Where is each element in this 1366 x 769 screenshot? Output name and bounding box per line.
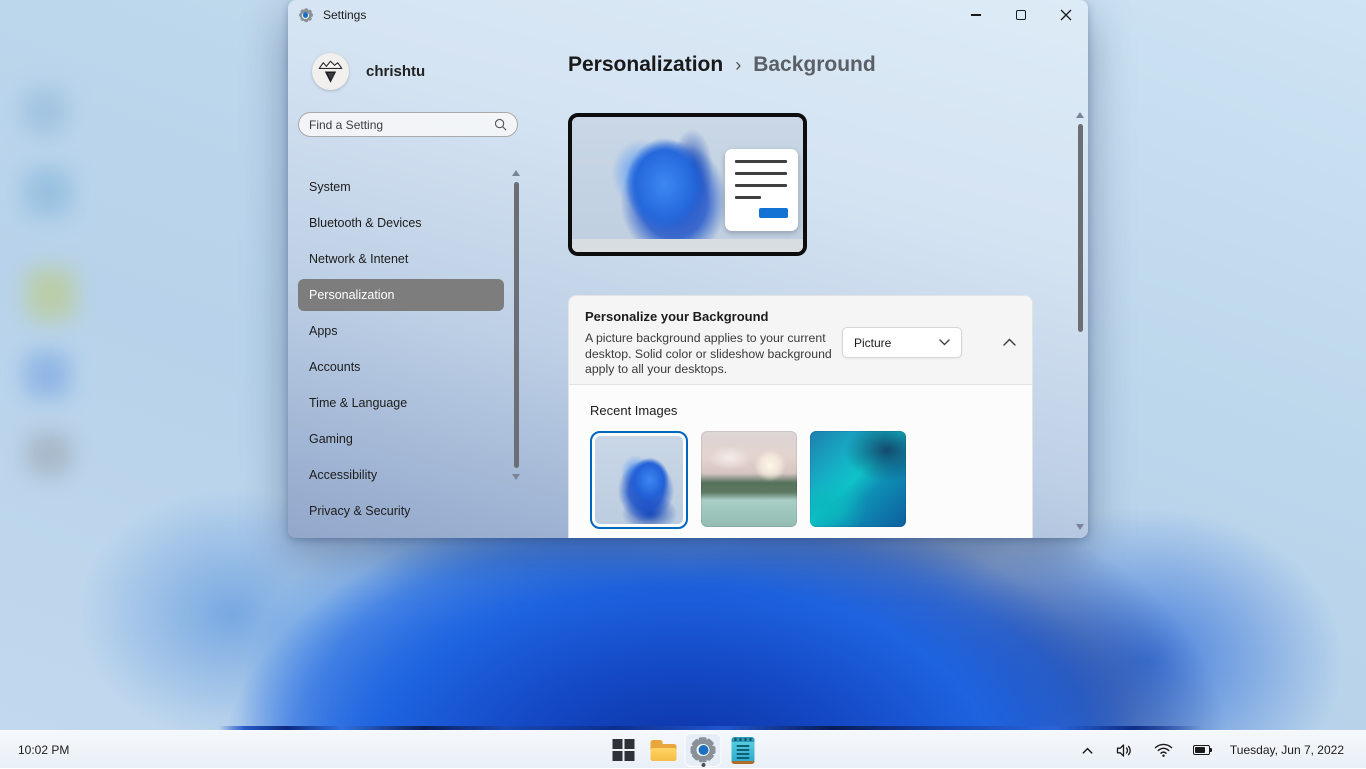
page-title: Background xyxy=(753,53,876,77)
desktop-icon-blur xyxy=(26,268,76,320)
titlebar: Settings xyxy=(288,0,1088,30)
wifi-icon xyxy=(1154,742,1173,758)
breadcrumb: Personalization › Background xyxy=(568,53,876,77)
search-icon xyxy=(494,118,507,131)
windows-start-icon xyxy=(612,739,634,761)
sidebar-item-privacy-security[interactable]: Privacy & Security xyxy=(298,495,504,527)
background-preview-monitor xyxy=(568,113,807,256)
preview-taskbar xyxy=(572,239,803,252)
minimize-icon xyxy=(971,14,981,15)
collapse-card-button[interactable] xyxy=(993,326,1025,358)
card-title: Personalize your Background xyxy=(585,309,1016,324)
system-tray: Tuesday, Jun 7, 2022 xyxy=(1070,731,1366,769)
sidebar-item-gaming[interactable]: Gaming xyxy=(298,423,504,455)
settings-taskbar-button[interactable] xyxy=(685,733,722,767)
scroll-up-icon[interactable] xyxy=(512,170,520,176)
sidebar-item-time-language[interactable]: Time & Language xyxy=(298,387,504,419)
dropdown-value: Picture xyxy=(854,336,939,350)
card-header: Personalize your Background A picture ba… xyxy=(568,295,1033,385)
mountain-avatar-icon xyxy=(312,53,349,90)
file-explorer-button[interactable] xyxy=(645,733,682,767)
sidebar-item-system[interactable]: System xyxy=(298,171,504,203)
maximize-icon xyxy=(1016,10,1026,20)
maximize-button[interactable] xyxy=(998,0,1043,30)
taskbar-date[interactable]: Tuesday, Jun 7, 2022 xyxy=(1220,731,1366,769)
search-box xyxy=(298,112,518,137)
card-description: A picture background applies to your cur… xyxy=(585,331,847,378)
chevron-up-icon xyxy=(1080,743,1095,758)
sidebar-nav: System Bluetooth & Devices Network & Int… xyxy=(298,171,504,531)
avatar xyxy=(312,53,349,90)
sidebar-item-accessibility[interactable]: Accessibility xyxy=(298,459,504,491)
card-content: Recent Images xyxy=(568,385,1033,538)
personalize-background-card: Personalize your Background A picture ba… xyxy=(568,295,1033,538)
scrollbar-thumb[interactable] xyxy=(514,182,519,468)
settings-gear-icon xyxy=(690,737,717,764)
recent-images-label: Recent Images xyxy=(590,403,1011,418)
battery-icon xyxy=(1193,745,1210,755)
chevron-up-icon xyxy=(1003,338,1016,346)
sidebar-item-accounts[interactable]: Accounts xyxy=(298,351,504,383)
scroll-down-icon[interactable] xyxy=(1076,524,1084,530)
thumbnail-windows-bloom-selected[interactable] xyxy=(590,431,688,529)
notepad-icon xyxy=(732,737,755,764)
taskbar-clock[interactable]: 10:02 PM xyxy=(18,731,69,769)
desktop-icon-blur xyxy=(26,432,72,476)
battery-button[interactable] xyxy=(1183,731,1220,769)
close-icon xyxy=(1060,9,1072,21)
background-type-dropdown[interactable]: Picture xyxy=(842,327,962,358)
taskbar-app-icons xyxy=(605,731,762,769)
desktop-icon-blur xyxy=(24,168,72,216)
minimize-button[interactable] xyxy=(953,0,998,30)
user-name: chrishtu xyxy=(366,63,425,80)
sidebar-item-bluetooth-devices[interactable]: Bluetooth & Devices xyxy=(298,207,504,239)
thumbnail-image xyxy=(595,436,683,524)
thumbnail-teal-abstract[interactable] xyxy=(810,431,906,527)
user-account-row[interactable]: chrishtu xyxy=(312,53,425,90)
thumbnail-mountain-lake[interactable] xyxy=(701,431,797,527)
settings-window: Settings chrishtu System xyxy=(288,0,1088,538)
sidebar-item-network-internet[interactable]: Network & Intenet xyxy=(298,243,504,275)
volume-button[interactable] xyxy=(1105,731,1144,769)
close-button[interactable] xyxy=(1043,0,1088,30)
scroll-down-icon[interactable] xyxy=(512,474,520,480)
tray-chevron-up-button[interactable] xyxy=(1070,731,1105,769)
main-scrollbar[interactable] xyxy=(1073,112,1087,530)
scrollbar-thumb[interactable] xyxy=(1078,124,1083,332)
sidebar-item-apps[interactable]: Apps xyxy=(298,315,504,347)
search-input[interactable] xyxy=(309,118,494,132)
desktop-icon-blur xyxy=(22,88,68,134)
scroll-up-icon[interactable] xyxy=(1076,112,1084,118)
preview-accent-button xyxy=(759,208,788,218)
chevron-down-icon xyxy=(939,339,950,346)
desktop-icon-blur xyxy=(24,352,70,398)
settings-gear-icon xyxy=(298,8,313,23)
sidebar-item-personalization[interactable]: Personalization xyxy=(298,279,504,311)
running-indicator-dot xyxy=(701,763,705,767)
window-title: Settings xyxy=(323,8,366,22)
start-button[interactable] xyxy=(605,733,642,767)
recent-images-row xyxy=(590,431,1011,529)
taskbar: 10:02 PM xyxy=(0,730,1366,768)
volume-icon xyxy=(1115,742,1134,759)
breadcrumb-personalization[interactable]: Personalization xyxy=(568,53,723,77)
folder-icon xyxy=(650,740,676,761)
preview-window-mockup xyxy=(725,149,798,231)
chevron-right-icon: › xyxy=(735,54,741,76)
wifi-button[interactable] xyxy=(1144,731,1183,769)
sidebar-scrollbar[interactable] xyxy=(509,170,523,532)
notepad-button[interactable] xyxy=(725,733,762,767)
